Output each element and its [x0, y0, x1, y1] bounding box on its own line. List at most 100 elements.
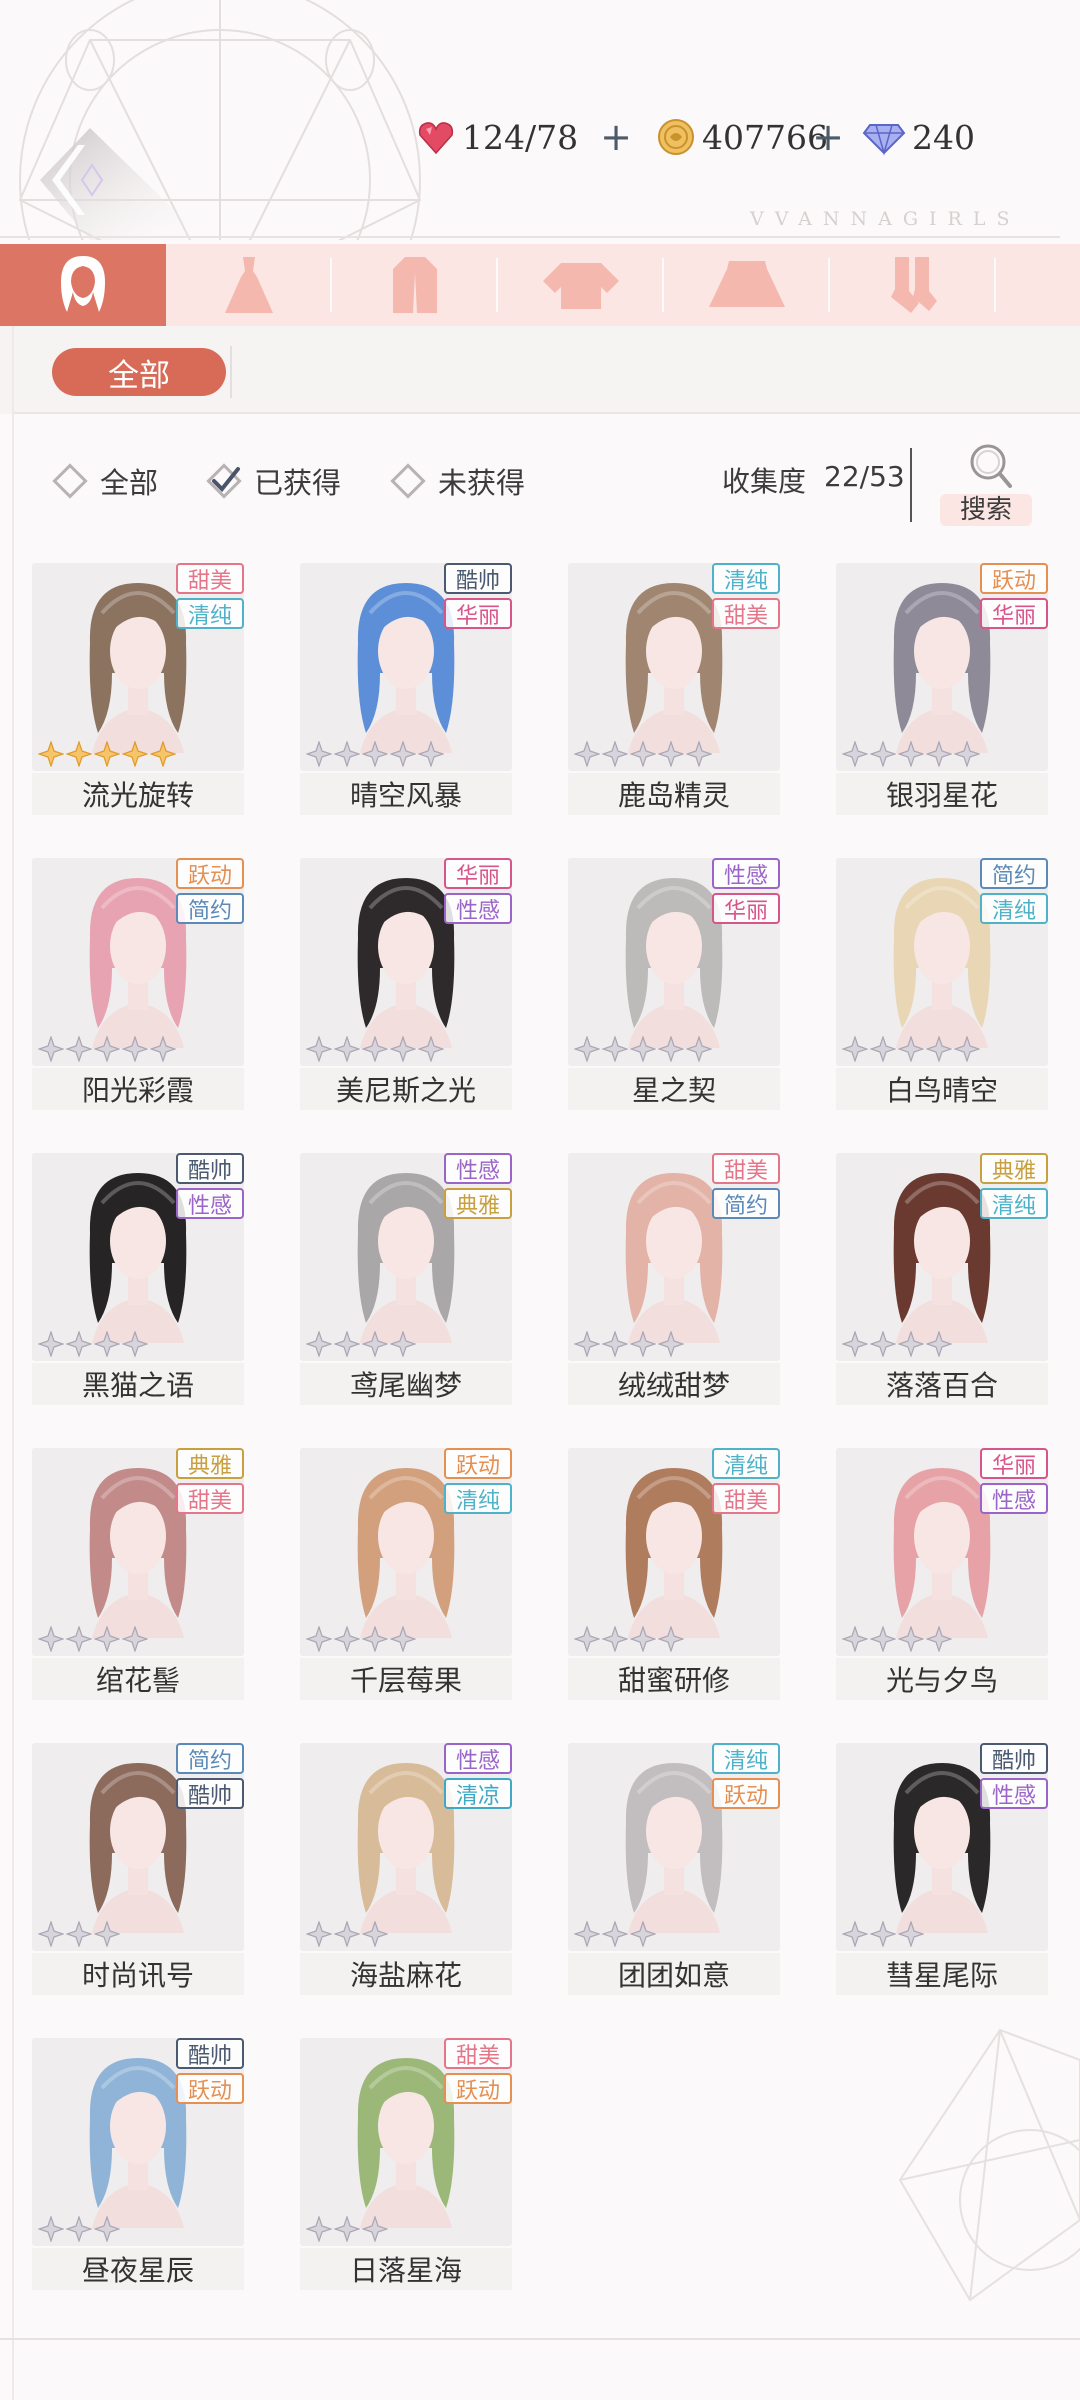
hair-icon — [61, 256, 105, 312]
diamond-counter: 240 — [862, 112, 975, 162]
item-thumbnail: 跃动 清纯 — [300, 1448, 512, 1656]
tab-top[interactable] — [498, 244, 664, 326]
rarity-stars — [38, 1036, 178, 1062]
star-icon — [66, 1626, 92, 1652]
rarity-stars — [574, 1331, 686, 1357]
item-card[interactable]: 清纯 甜美 鹿岛精灵 — [568, 563, 780, 815]
item-card[interactable]: 清纯 甜美 甜蜜研修 — [568, 1448, 780, 1700]
coat-icon — [393, 257, 437, 313]
star-icon — [66, 741, 92, 767]
item-name: 鸢尾幽梦 — [300, 1363, 512, 1405]
item-card[interactable]: 华丽 性感 光与夕鸟 — [836, 1448, 1048, 1700]
filter-all[interactable]: 全部 — [50, 456, 158, 506]
filter-not-owned[interactable]: 未获得 — [388, 456, 525, 506]
search-button[interactable]: 搜索 — [940, 440, 1036, 536]
star-icon — [658, 741, 684, 767]
star-icon — [38, 1331, 64, 1357]
item-card[interactable]: 酷帅 性感 彗星尾际 — [836, 1743, 1048, 1995]
star-icon — [334, 1626, 360, 1652]
rarity-stars — [306, 741, 446, 767]
tab-more[interactable] — [996, 244, 1080, 326]
star-icon — [630, 741, 656, 767]
item-name: 黑猫之语 — [32, 1363, 244, 1405]
item-name: 阳光彩霞 — [32, 1068, 244, 1110]
filter-owned[interactable]: 已获得 — [204, 456, 341, 506]
item-name: 绾花髻 — [32, 1658, 244, 1700]
style-tag: 华丽 — [980, 598, 1048, 629]
item-card[interactable]: 甜美 清纯 流光旋转 — [32, 563, 244, 815]
rarity-stars — [842, 741, 982, 767]
item-card[interactable]: 酷帅 跃动 昼夜星辰 — [32, 2038, 244, 2290]
back-button[interactable] — [30, 120, 220, 250]
star-icon — [602, 741, 628, 767]
item-card[interactable]: 性感 典雅 鸢尾幽梦 — [300, 1153, 512, 1405]
item-thumbnail: 甜美 简约 — [568, 1153, 780, 1361]
star-icon — [954, 741, 980, 767]
item-card[interactable]: 简约 清纯 白鸟晴空 — [836, 858, 1048, 1110]
star-icon — [658, 1626, 684, 1652]
accessory-icon — [1049, 255, 1080, 315]
item-card[interactable]: 性感 清凉 海盐麻花 — [300, 1743, 512, 1995]
item-card[interactable]: 跃动 清纯 千层莓果 — [300, 1448, 512, 1700]
style-tag: 酷帅 — [980, 1743, 1048, 1774]
style-tag: 甜美 — [712, 1483, 780, 1514]
add-gold-button[interactable]: + — [808, 112, 848, 162]
star-icon — [38, 1626, 64, 1652]
star-icon — [602, 1921, 628, 1947]
star-icon — [306, 1036, 332, 1062]
collection-divider — [910, 448, 912, 522]
rarity-stars — [842, 1626, 954, 1652]
tab-socks[interactable] — [830, 244, 996, 326]
diamond-value: 240 — [912, 117, 975, 157]
item-card[interactable]: 酷帅 性感 黑猫之语 — [32, 1153, 244, 1405]
tab-dress[interactable] — [166, 244, 332, 326]
style-tag: 简约 — [712, 1188, 780, 1219]
star-icon — [686, 741, 712, 767]
star-icon — [898, 741, 924, 767]
star-icon — [334, 1036, 360, 1062]
item-card[interactable]: 跃动 简约 阳光彩霞 — [32, 858, 244, 1110]
subtab-all[interactable]: 全部 — [52, 348, 226, 396]
diamond-checkbox-icon — [52, 463, 88, 499]
rarity-stars — [574, 741, 714, 767]
tab-skirt[interactable] — [664, 244, 830, 326]
gold-counter: 407766 — [656, 112, 828, 162]
tab-hair[interactable] — [0, 244, 166, 326]
item-card[interactable]: 甜美 简约 绒绒甜梦 — [568, 1153, 780, 1405]
style-tag: 性感 — [444, 1743, 512, 1774]
item-name: 彗星尾际 — [836, 1953, 1048, 1995]
item-card[interactable]: 简约 酷帅 时尚讯号 — [32, 1743, 244, 1995]
style-tag: 酷帅 — [444, 563, 512, 594]
star-icon — [390, 1331, 416, 1357]
add-stamina-button[interactable]: + — [596, 112, 636, 162]
style-tag: 跃动 — [444, 1448, 512, 1479]
filter-not-owned-label: 未获得 — [438, 466, 526, 500]
item-thumbnail: 跃动 华丽 — [836, 563, 1048, 771]
star-icon — [870, 1626, 896, 1652]
rarity-stars — [306, 2216, 390, 2242]
style-tag: 华丽 — [444, 598, 512, 629]
tab-coat[interactable] — [332, 244, 498, 326]
style-tag: 典雅 — [444, 1188, 512, 1219]
item-card[interactable]: 甜美 跃动 日落星海 — [300, 2038, 512, 2290]
item-card[interactable]: 跃动 华丽 银羽星花 — [836, 563, 1048, 815]
rarity-stars — [306, 1626, 418, 1652]
rarity-stars — [38, 2216, 122, 2242]
star-icon — [334, 1331, 360, 1357]
item-thumbnail: 华丽 性感 — [300, 858, 512, 1066]
item-name: 绒绒甜梦 — [568, 1363, 780, 1405]
item-card[interactable]: 性感 华丽 星之契 — [568, 858, 780, 1110]
brand-watermark: VVANNAGIRLS — [750, 208, 1021, 230]
style-tag: 跃动 — [176, 858, 244, 889]
subbar-divider — [14, 412, 1080, 414]
collection-progress: 收集度 22/53 — [722, 460, 905, 500]
item-card[interactable]: 典雅 清纯 落落百合 — [836, 1153, 1048, 1405]
item-name: 落落百合 — [836, 1363, 1048, 1405]
star-icon — [574, 1921, 600, 1947]
item-card[interactable]: 典雅 甜美 绾花髻 — [32, 1448, 244, 1700]
star-icon — [122, 1036, 148, 1062]
item-card[interactable]: 清纯 跃动 团团如意 — [568, 1743, 780, 1995]
item-card[interactable]: 华丽 性感 美尼斯之光 — [300, 858, 512, 1110]
item-card[interactable]: 酷帅 华丽 晴空风暴 — [300, 563, 512, 815]
star-icon — [306, 1626, 332, 1652]
